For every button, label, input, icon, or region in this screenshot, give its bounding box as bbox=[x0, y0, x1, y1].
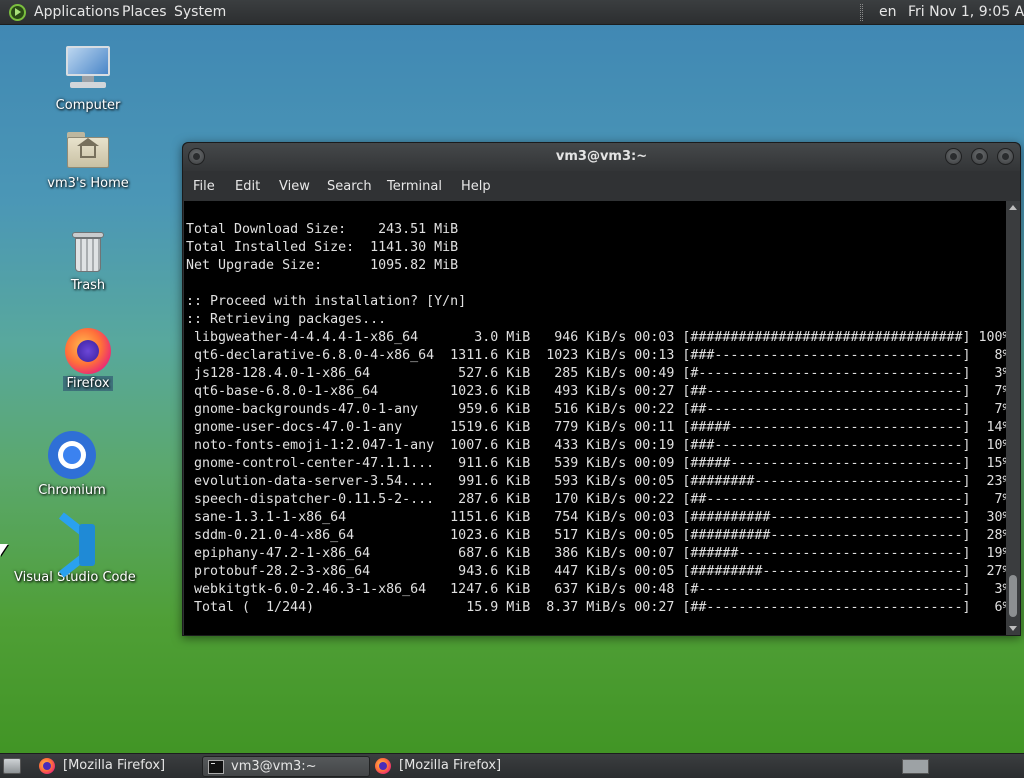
package-download-line: qt6-declarative-6.8.0-4-x86_64 1311.6 Ki… bbox=[186, 348, 1006, 363]
desktop-icon-firefox[interactable]: Firefox bbox=[40, 328, 136, 391]
home-folder-icon bbox=[65, 130, 111, 170]
terminal-scrollbar[interactable] bbox=[1006, 201, 1020, 635]
desktop-icon-trash[interactable]: Trash bbox=[40, 230, 136, 293]
summary-line: Total Download Size: 243.51 MiB bbox=[186, 222, 459, 237]
scrollbar-thumb[interactable] bbox=[1009, 575, 1017, 617]
bottom-panel: [Mozilla Firefox] vm3@vm3:~ [Mozilla Fir… bbox=[0, 753, 1024, 778]
total-download-line: Total ( 1/244) 15.9 MiB 8.37 MiB/s 00:27… bbox=[186, 600, 1006, 615]
package-download-line: noto-fonts-emoji-1:2.047-1-any 1007.6 Ki… bbox=[186, 438, 1006, 453]
close-icon[interactable] bbox=[997, 148, 1014, 165]
minimize-icon[interactable] bbox=[945, 148, 962, 165]
terminal-text: Total Download Size: 243.51 MiB Total Ins… bbox=[186, 221, 1006, 617]
package-download-line: protobuf-28.2-3-x86_64 943.6 KiB 447 KiB… bbox=[186, 564, 1006, 579]
desktop-icon-vscode[interactable]: Visual Studio Code bbox=[14, 512, 136, 585]
taskbar-item-label: [Mozilla Firefox] bbox=[399, 758, 502, 773]
desktop-icon-computer[interactable]: Computer bbox=[40, 46, 136, 113]
desktop-icon-label: Trash bbox=[70, 278, 106, 293]
taskbar-item-label: vm3@vm3:~ bbox=[231, 759, 317, 774]
mate-logo-icon[interactable] bbox=[9, 4, 26, 21]
prompt-line: :: Proceed with installation? [Y/n] bbox=[186, 294, 467, 309]
menu-search[interactable]: Search bbox=[327, 179, 372, 194]
top-panel: Applications Places System en Fri Nov 1,… bbox=[0, 0, 1024, 25]
menu-places[interactable]: Places bbox=[122, 4, 167, 20]
scroll-up-arrow-icon[interactable] bbox=[1009, 205, 1017, 210]
clock[interactable]: Fri Nov 1, 9:05 AM bbox=[908, 4, 1024, 20]
taskbar-item-terminal[interactable]: vm3@vm3:~ bbox=[202, 756, 370, 777]
menu-terminal[interactable]: Terminal bbox=[387, 179, 442, 194]
firefox-icon bbox=[65, 328, 111, 374]
package-download-line: webkitgtk-6.0-2.46.3-1-x86_64 1247.6 KiB… bbox=[186, 582, 1006, 597]
show-desktop-icon[interactable] bbox=[3, 758, 21, 774]
package-download-line: gnome-user-docs-47.0-1-any 1519.6 KiB 77… bbox=[186, 420, 1006, 435]
menu-applications[interactable]: Applications bbox=[34, 4, 120, 20]
package-download-line: gnome-backgrounds-47.0-1-any 959.6 KiB 5… bbox=[186, 402, 1006, 417]
maximize-icon[interactable] bbox=[971, 148, 988, 165]
package-download-line: speech-dispatcher-0.11.5-2-... 287.6 KiB… bbox=[186, 492, 1006, 507]
desktop-icon-label: Computer bbox=[55, 98, 121, 113]
package-download-line: gnome-control-center-47.1.1... 911.6 KiB… bbox=[186, 456, 1006, 471]
terminal-window[interactable]: vm3@vm3:~ File Edit View Search Terminal… bbox=[182, 142, 1021, 636]
window-titlebar[interactable]: vm3@vm3:~ bbox=[183, 143, 1020, 171]
desktop-icon-chromium[interactable]: Chromium bbox=[24, 431, 120, 498]
menu-file[interactable]: File bbox=[193, 179, 215, 194]
vscode-icon bbox=[51, 512, 97, 578]
summary-line: Net Upgrade Size: 1095.82 MiB bbox=[186, 258, 459, 273]
mouse-pointer-icon bbox=[0, 544, 8, 556]
summary-line: Total Installed Size: 1141.30 MiB bbox=[186, 240, 459, 255]
scroll-down-arrow-icon[interactable] bbox=[1009, 626, 1017, 631]
package-download-line: js128-128.4.0-1-x86_64 527.6 KiB 285 KiB… bbox=[186, 366, 1006, 381]
status-line: :: Retrieving packages... bbox=[186, 312, 387, 327]
terminal-icon bbox=[208, 760, 224, 774]
menu-view[interactable]: View bbox=[279, 179, 310, 194]
desktop-icon-home[interactable]: vm3's Home bbox=[40, 130, 136, 191]
menu-help[interactable]: Help bbox=[461, 179, 491, 194]
terminal-output-area[interactable]: Total Download Size: 243.51 MiB Total Ins… bbox=[184, 201, 1006, 635]
desktop-icon-label: Visual Studio Code bbox=[14, 570, 136, 585]
menu-system[interactable]: System bbox=[174, 4, 226, 20]
taskbar-item-firefox-1[interactable]: [Mozilla Firefox] bbox=[34, 756, 202, 777]
desktop-icon-label: Chromium bbox=[38, 483, 106, 498]
trash-icon bbox=[68, 230, 108, 274]
package-download-line: sane-1.3.1-1-x86_64 1151.6 KiB 754 KiB/s… bbox=[186, 510, 1006, 525]
desktop-icon-label: vm3's Home bbox=[47, 176, 129, 191]
firefox-icon bbox=[375, 758, 391, 774]
package-download-line: sddm-0.21.0-4-x86_64 1023.6 KiB 517 KiB/… bbox=[186, 528, 1006, 543]
taskbar-item-firefox-2[interactable]: [Mozilla Firefox] bbox=[370, 756, 538, 777]
package-download-line: qt6-base-6.8.0-1-x86_64 1023.6 KiB 493 K… bbox=[186, 384, 1006, 399]
menu-edit[interactable]: Edit bbox=[235, 179, 260, 194]
keyboard-layout-indicator[interactable]: en bbox=[879, 4, 897, 20]
package-download-line: epiphany-47.2-1-x86_64 687.6 KiB 386 KiB… bbox=[186, 546, 1006, 561]
desktop-icon-label: Firefox bbox=[63, 376, 113, 391]
package-download-line: evolution-data-server-3.54.... 991.6 KiB… bbox=[186, 474, 1006, 489]
computer-icon bbox=[64, 46, 112, 90]
package-download-line: libgweather-4-4.4.4-1-x86_64 3.0 MiB 946… bbox=[186, 330, 1006, 345]
chromium-icon bbox=[48, 431, 96, 479]
window-title: vm3@vm3:~ bbox=[555, 149, 648, 164]
panel-separator bbox=[860, 4, 863, 21]
taskbar-item-label: [Mozilla Firefox] bbox=[63, 758, 166, 773]
firefox-icon bbox=[39, 758, 55, 774]
workspace-switcher[interactable] bbox=[902, 759, 929, 774]
terminal-menubar: File Edit View Search Terminal Help bbox=[183, 171, 1020, 201]
